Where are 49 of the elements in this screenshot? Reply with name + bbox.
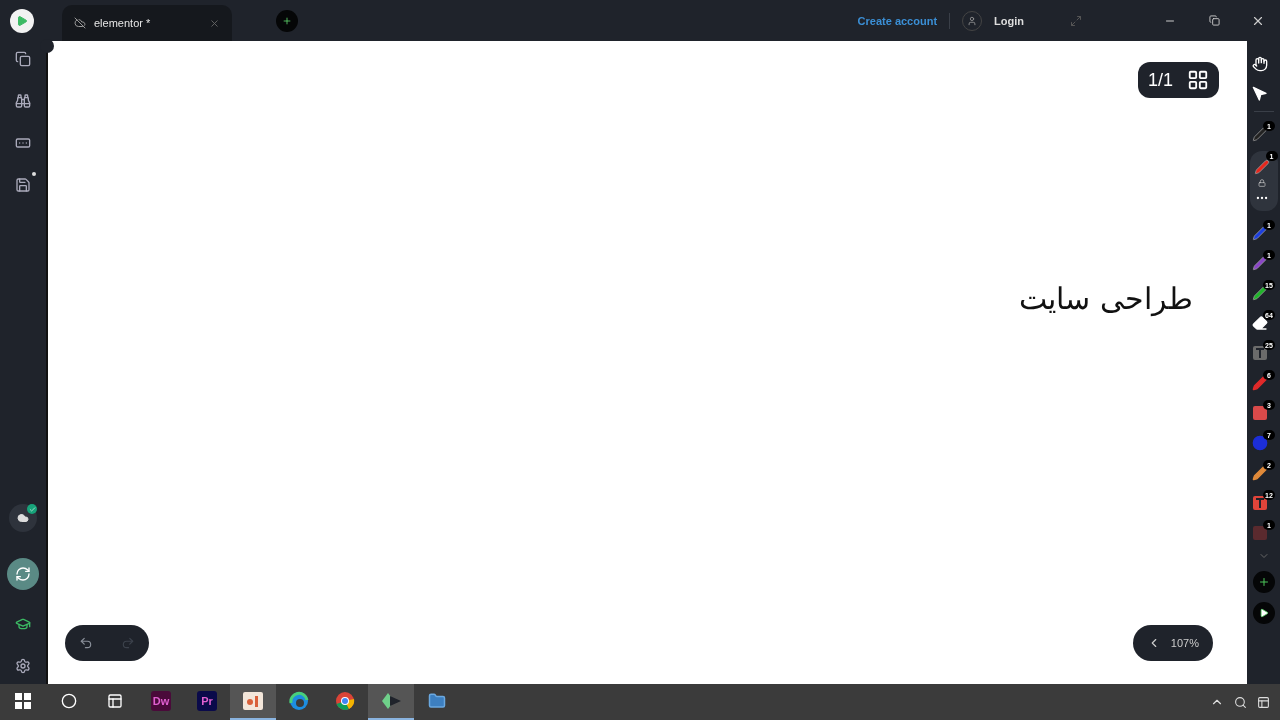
cloud-off-icon — [74, 17, 86, 29]
cloud-icon — [17, 512, 29, 524]
page-number: 1/1 — [1147, 69, 1173, 91]
slides-app-icon — [243, 692, 263, 710]
taskbar-button[interactable]: Pr — [184, 684, 230, 720]
plus-icon — [282, 15, 292, 26]
graduation-cap-icon — [15, 616, 31, 632]
plus-icon — [1257, 576, 1270, 588]
sync-icon — [15, 566, 31, 582]
windows-icon — [15, 693, 31, 709]
settings-icon — [15, 658, 31, 674]
hand-icon — [1252, 56, 1268, 72]
tab-title: elementor * — [94, 17, 152, 29]
grid-icon[interactable] — [1187, 69, 1209, 91]
login-button[interactable]: Login — [988, 13, 1030, 28]
app-logo-icon[interactable] — [10, 8, 34, 33]
app-logo-icon — [380, 692, 402, 710]
input-box-icon — [15, 135, 31, 151]
handwritten-text: طراحی سایت — [1019, 281, 1193, 316]
binoculars-icon — [15, 93, 31, 109]
close-icon[interactable] — [209, 17, 220, 29]
window-icon[interactable] — [1257, 695, 1270, 709]
document-tab[interactable]: elementor * — [62, 5, 232, 41]
search-icon — [61, 693, 77, 709]
pointer-icon — [1252, 86, 1268, 102]
browser-icon — [335, 691, 355, 711]
expand-icon — [1070, 14, 1082, 27]
new-tab-button[interactable] — [276, 9, 298, 32]
app-icon: Dw — [151, 691, 171, 711]
sync-button[interactable] — [7, 558, 39, 590]
lock-icon — [1257, 179, 1266, 187]
pages-icon — [15, 51, 31, 67]
taskbar-button[interactable]: Dw — [138, 684, 184, 720]
create-account-link[interactable]: Create account — [857, 14, 938, 27]
play-icon — [1258, 608, 1269, 618]
restore-icon — [1208, 15, 1220, 26]
folder-icon — [428, 692, 446, 710]
save-icon — [15, 177, 31, 193]
taskbar-button[interactable] — [230, 684, 276, 720]
cloud-sync-button[interactable] — [9, 504, 37, 532]
undo-button[interactable] — [79, 636, 93, 650]
app-logo-button[interactable] — [1252, 602, 1275, 624]
zoom-level: 107% — [1170, 637, 1199, 649]
browser-icon — [289, 691, 309, 711]
taskbar-button[interactable] — [368, 684, 414, 720]
add-tool-button[interactable] — [1252, 571, 1275, 593]
search-icon[interactable] — [1234, 695, 1247, 709]
app-icon: Pr — [197, 691, 217, 711]
task-view-icon — [107, 693, 123, 709]
